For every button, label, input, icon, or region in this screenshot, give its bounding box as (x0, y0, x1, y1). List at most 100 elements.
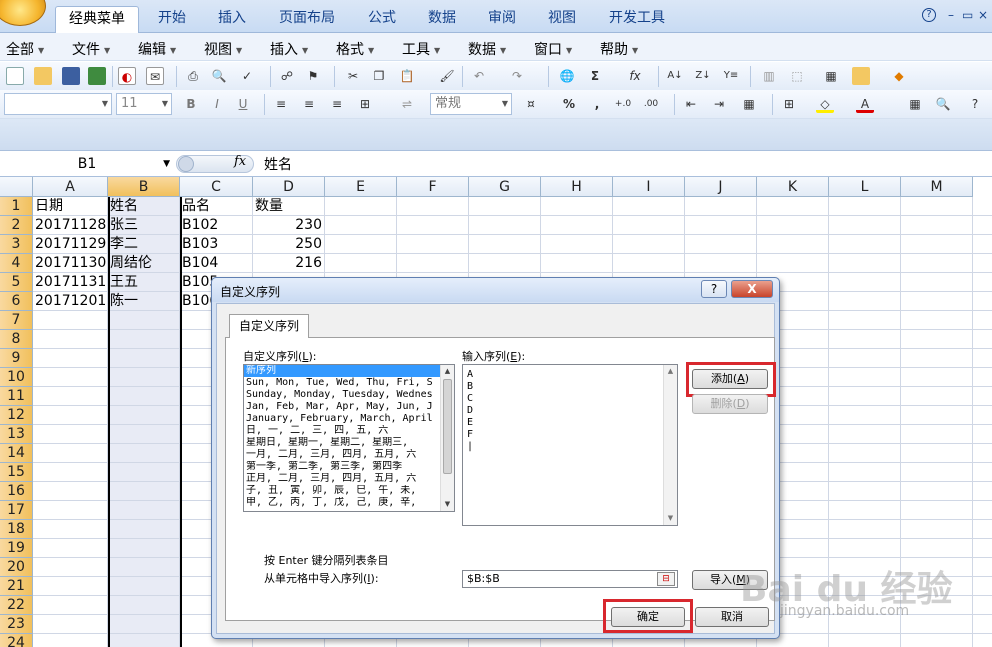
autosum-icon[interactable]: Σ (586, 67, 604, 85)
filter-icon[interactable]: Y≡ (722, 67, 740, 85)
row-header-11[interactable]: 11 (0, 387, 33, 406)
new-file-icon[interactable] (6, 67, 24, 85)
menu-view[interactable]: 视图 ▼ (204, 39, 242, 59)
email-icon[interactable]: ✉ (146, 67, 164, 85)
align-center-icon[interactable]: ≡ (300, 95, 318, 113)
column-header-c[interactable]: C (180, 177, 253, 197)
row-header-23[interactable]: 23 (0, 615, 33, 634)
restore-icon[interactable]: ▭ (962, 8, 973, 22)
minimize-icon[interactable]: – (948, 8, 954, 22)
name-box[interactable]: B1 ▼ (2, 154, 172, 174)
cut-icon[interactable]: ✂ (344, 67, 362, 85)
menu-edit[interactable]: 编辑 ▼ (138, 39, 176, 59)
font-size-combo[interactable]: 11 ▼ (116, 93, 172, 115)
cell-d4[interactable]: 216 (253, 254, 324, 273)
align-right-icon[interactable]: ≡ (328, 95, 346, 113)
cell-a2[interactable]: 20171128 (33, 216, 107, 235)
decrease-decimal-icon[interactable]: .00 (642, 95, 660, 113)
custom-list-item[interactable]: 第一季, 第二季, 第三季, 第四季 (244, 461, 440, 473)
undo-icon[interactable]: ↶ (470, 67, 488, 85)
merge-center-icon[interactable]: ⊞ (356, 95, 374, 113)
save-icon[interactable] (62, 67, 80, 85)
custom-list-item[interactable]: 正月, 二月, 三月, 四月, 五月, 六 (244, 473, 440, 485)
custom-list-item[interactable]: 新序列 (244, 365, 440, 377)
column-header-k[interactable]: K (757, 177, 829, 197)
menu-help[interactable]: 帮助 ▼ (600, 39, 638, 59)
custom-list-item[interactable]: 一月, 二月, 三月, 四月, 五月, 六 (244, 449, 440, 461)
find-icon[interactable]: 🔍 (934, 95, 952, 113)
tab-classic-menu[interactable]: 经典菜单 (55, 6, 139, 34)
row-header-20[interactable]: 20 (0, 558, 33, 577)
row-header-4[interactable]: 4 (0, 254, 33, 273)
column-header-h[interactable]: H (541, 177, 613, 197)
cell-a5[interactable]: 20171131 (33, 273, 107, 292)
copy-icon[interactable]: ❐ (370, 67, 388, 85)
print-preview-icon[interactable]: 🔍 (210, 67, 228, 85)
cell-c4[interactable]: B104 (180, 254, 252, 273)
font-color-icon[interactable]: A (856, 95, 874, 113)
column-header-m[interactable]: M (901, 177, 973, 197)
row-header-7[interactable]: 7 (0, 311, 33, 330)
spelling-icon[interactable]: ✓ (238, 67, 256, 85)
sort-ascending-icon[interactable]: A↓ (666, 67, 684, 85)
row-header-17[interactable]: 17 (0, 501, 33, 520)
borders-icon[interactable]: ⊞ (780, 95, 798, 113)
menu-window[interactable]: 窗口 ▼ (534, 39, 572, 59)
open-folder-icon[interactable] (34, 67, 52, 85)
folder-icon[interactable] (852, 67, 870, 85)
custom-list-item[interactable]: Sun, Mon, Tue, Wed, Thu, Fri, S (244, 377, 440, 389)
paste-icon[interactable]: 📋 (398, 67, 416, 85)
column-header-e[interactable]: E (325, 177, 397, 197)
custom-list-item[interactable]: 子, 丑, 寅, 卯, 辰, 巳, 午, 未, (244, 485, 440, 497)
input-entries-scrollbar[interactable]: ▲ ▼ (663, 365, 677, 525)
underline-icon[interactable]: U (234, 95, 252, 113)
permission-icon[interactable]: ◐ (118, 67, 136, 85)
formula-input[interactable]: 姓名 (264, 154, 292, 174)
delete-button[interactable]: 删除(D) (692, 394, 768, 414)
row-header-14[interactable]: 14 (0, 444, 33, 463)
custom-list-item[interactable]: 甲, 乙, 丙, 丁, 戊, 己, 庚, 辛, (244, 497, 440, 509)
table-icon[interactable]: ▦ (822, 67, 840, 85)
scroll-down-icon[interactable]: ▼ (441, 498, 454, 511)
help-icon[interactable]: ? (922, 8, 936, 22)
save-as-excel-icon[interactable] (88, 67, 106, 85)
row-header-13[interactable]: 13 (0, 425, 33, 444)
fill-color-icon[interactable]: ◇ (816, 95, 834, 113)
italic-icon[interactable]: I (208, 95, 226, 113)
number-format-combo[interactable]: 常规 ▼ (430, 93, 512, 115)
column-header-i[interactable]: I (613, 177, 685, 197)
dialog-help-button[interactable]: ? (701, 280, 727, 298)
tab-data[interactable]: 数据 (418, 6, 466, 32)
column-header-j[interactable]: J (685, 177, 757, 197)
scroll-down-icon[interactable]: ▼ (664, 512, 677, 525)
insert-function-icon[interactable]: fx (626, 67, 644, 85)
cell-a1[interactable]: 日期 (33, 197, 107, 216)
increase-decimal-icon[interactable]: +.0 (614, 95, 632, 113)
row-header-8[interactable]: 8 (0, 330, 33, 349)
row-header-9[interactable]: 9 (0, 349, 33, 368)
row-header-10[interactable]: 10 (0, 368, 33, 387)
row-header-18[interactable]: 18 (0, 520, 33, 539)
format-painter-icon[interactable]: 🖌 (438, 67, 456, 85)
increase-indent-icon[interactable]: ⇥ (710, 95, 728, 113)
tab-home[interactable]: 开始 (148, 6, 196, 32)
row-header-5[interactable]: 5 (0, 273, 33, 292)
custom-list-item[interactable]: 日, 一, 二, 三, 四, 五, 六 (244, 425, 440, 437)
input-entries-textarea[interactable]: A B C D E F | ▲ ▼ (462, 364, 678, 526)
tab-review[interactable]: 审阅 (478, 6, 526, 32)
help-icon[interactable]: ? (966, 95, 984, 113)
tab-formulas[interactable]: 公式 (358, 6, 406, 32)
tab-custom-lists[interactable]: 自定义序列 (229, 314, 309, 338)
insert-function-icon[interactable]: fx (234, 154, 246, 169)
custom-list-item[interactable]: Jan, Feb, Mar, Apr, May, Jun, J (244, 401, 440, 413)
row-header-15[interactable]: 15 (0, 463, 33, 482)
align-left-icon[interactable]: ≡ (272, 95, 290, 113)
currency-icon[interactable]: ¤ (522, 95, 540, 113)
cell-a6[interactable]: 20171201 (33, 292, 107, 311)
custom-lists-scrollbar[interactable]: ▲ ▼ (440, 365, 454, 511)
bold-icon[interactable]: B (182, 95, 200, 113)
research-icon[interactable]: ☍ (278, 67, 296, 85)
tab-page-layout[interactable]: 页面布局 (268, 6, 346, 32)
row-header-6[interactable]: 6 (0, 292, 33, 311)
menu-data[interactable]: 数据 ▼ (468, 39, 506, 59)
